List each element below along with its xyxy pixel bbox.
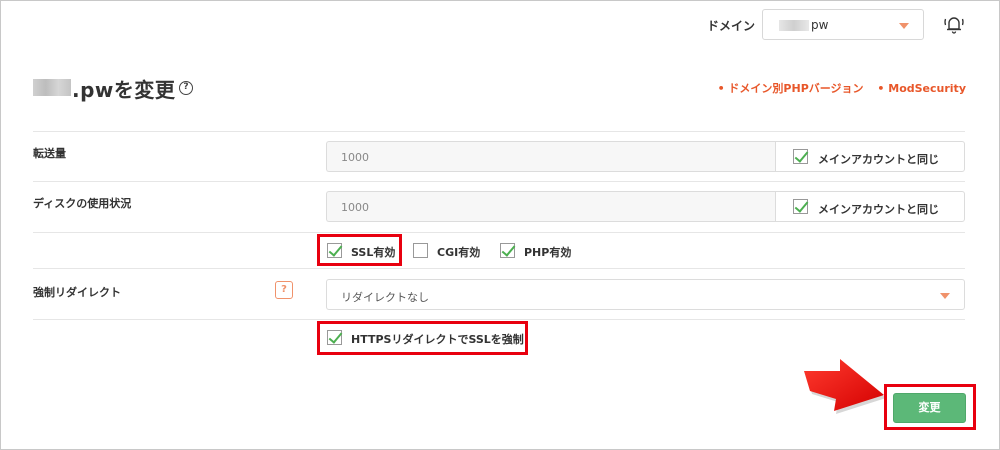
disk-same-checkbox[interactable]	[793, 199, 808, 214]
transfer-same-checkbox[interactable]	[793, 149, 808, 164]
disk-input[interactable]: 1000	[326, 191, 775, 222]
redirect-label: 強制リダイレクト	[33, 286, 121, 299]
divider	[33, 232, 965, 233]
cgi-checkbox[interactable]	[413, 243, 428, 258]
disk-same-label: メインアカウントと同じ	[818, 203, 939, 216]
arrow-pointer-icon	[804, 359, 886, 414]
transfer-value: 1000	[341, 151, 369, 164]
page-title: .pwを変更	[72, 78, 176, 102]
disk-value: 1000	[341, 201, 369, 214]
domain-select[interactable]: pw	[762, 9, 924, 40]
php-version-link[interactable]: • ドメイン別PHPバージョン	[718, 82, 864, 95]
highlight-frame	[317, 234, 402, 266]
chevron-down-icon	[940, 293, 950, 299]
header-links: • ドメイン別PHPバージョン • ModSecurity	[708, 80, 966, 96]
title-redacted	[33, 79, 71, 96]
divider	[33, 131, 965, 132]
transfer-same-label: メインアカウントと同じ	[818, 153, 939, 166]
disk-same-as-main[interactable]: メインアカウントと同じ	[775, 191, 965, 222]
cgi-label: CGI有効	[437, 246, 481, 259]
highlight-frame	[884, 384, 976, 430]
help-icon[interactable]: ?	[179, 81, 193, 95]
chevron-down-icon	[899, 23, 909, 29]
divider	[33, 268, 965, 269]
divider	[33, 181, 965, 182]
transfer-label: 転送量	[33, 147, 66, 160]
redirect-help-icon[interactable]: ?	[275, 281, 293, 299]
domain-redacted	[779, 20, 809, 31]
domain-label: ドメイン	[707, 19, 756, 33]
bell-icon[interactable]	[942, 12, 966, 36]
divider	[33, 319, 965, 320]
highlight-frame	[317, 321, 528, 355]
modsecurity-link[interactable]: • ModSecurity	[877, 82, 966, 95]
php-checkbox[interactable]	[500, 243, 515, 258]
php-label: PHP有効	[524, 246, 572, 259]
domain-value: pw	[811, 18, 829, 32]
transfer-input[interactable]: 1000	[326, 141, 775, 172]
redirect-selected: リダイレクトなし	[341, 291, 429, 304]
transfer-same-as-main[interactable]: メインアカウントと同じ	[775, 141, 965, 172]
disk-label: ディスクの使用状況	[33, 197, 132, 210]
redirect-select[interactable]: リダイレクトなし	[326, 279, 965, 310]
